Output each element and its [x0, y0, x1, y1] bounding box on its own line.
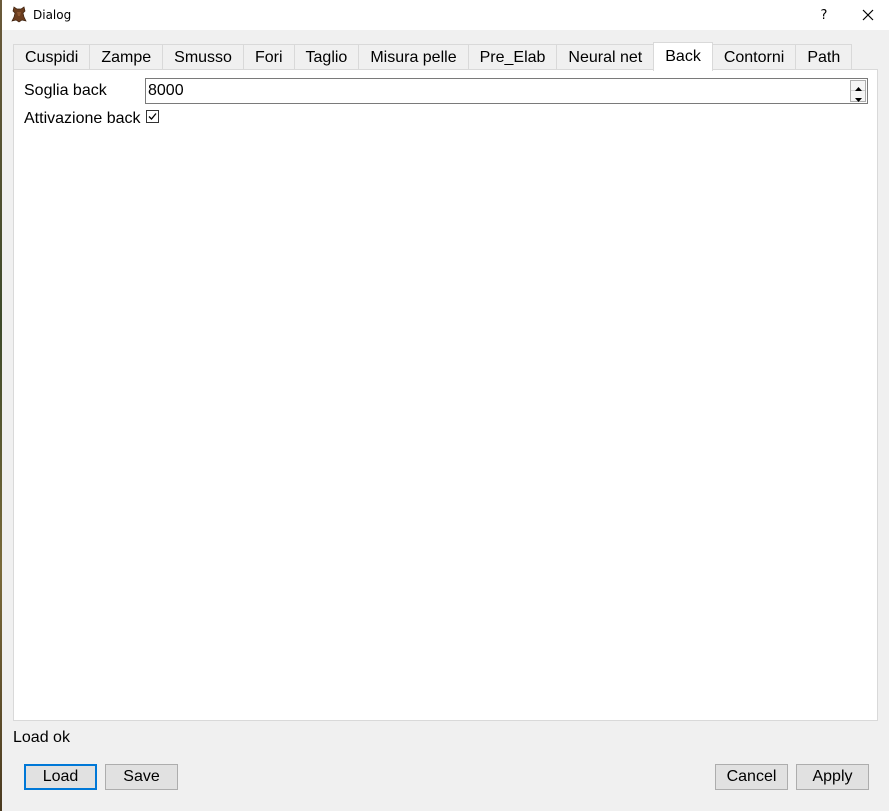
tab-neural-net[interactable]: Neural net: [556, 44, 655, 70]
load-button[interactable]: Load: [24, 764, 97, 790]
dialog-window: Dialog ? Cuspidi Zampe Smusso Fori Tagli…: [0, 0, 889, 811]
tab-misura-pelle[interactable]: Misura pelle: [358, 44, 469, 70]
tab-cuspidi[interactable]: Cuspidi: [13, 44, 91, 70]
tab-bar: Cuspidi Zampe Smusso Fori Taglio Misura …: [13, 42, 853, 71]
window-title: Dialog: [33, 8, 72, 22]
attivazione-back-label: Attivazione back: [24, 110, 141, 127]
soglia-back-spinbox[interactable]: 8000: [145, 78, 868, 104]
apply-button[interactable]: Apply: [796, 764, 869, 790]
tab-fori[interactable]: Fori: [242, 44, 295, 70]
tab-back[interactable]: Back: [653, 42, 713, 71]
leather-hide-icon: [11, 6, 27, 23]
cancel-button[interactable]: Cancel: [715, 764, 788, 790]
spin-buttons: [850, 80, 866, 102]
save-button[interactable]: Save: [105, 764, 178, 790]
tab-path[interactable]: Path: [795, 44, 853, 70]
title-bar[interactable]: Dialog ?: [2, 0, 889, 30]
tab-contorni[interactable]: Contorni: [711, 44, 797, 70]
background-strip: [0, 0, 2, 811]
back-tab-panel: Soglia back 8000 Attivazione back: [13, 69, 878, 721]
tab-pre-elab[interactable]: Pre_Elab: [467, 44, 558, 70]
soglia-back-label: Soglia back: [24, 82, 107, 99]
spin-down-button[interactable]: [851, 91, 865, 102]
soglia-back-value: 8000: [148, 82, 184, 99]
close-button[interactable]: [846, 0, 889, 30]
help-button[interactable]: ?: [802, 0, 846, 30]
arrow-down-icon: [854, 87, 862, 106]
attivazione-back-checkbox[interactable]: [146, 110, 159, 123]
tab-smusso[interactable]: Smusso: [162, 44, 244, 70]
tab-zampe[interactable]: Zampe: [89, 44, 164, 70]
close-icon: [862, 6, 874, 25]
status-text: Load ok: [13, 729, 70, 746]
tab-taglio[interactable]: Taglio: [293, 44, 360, 70]
